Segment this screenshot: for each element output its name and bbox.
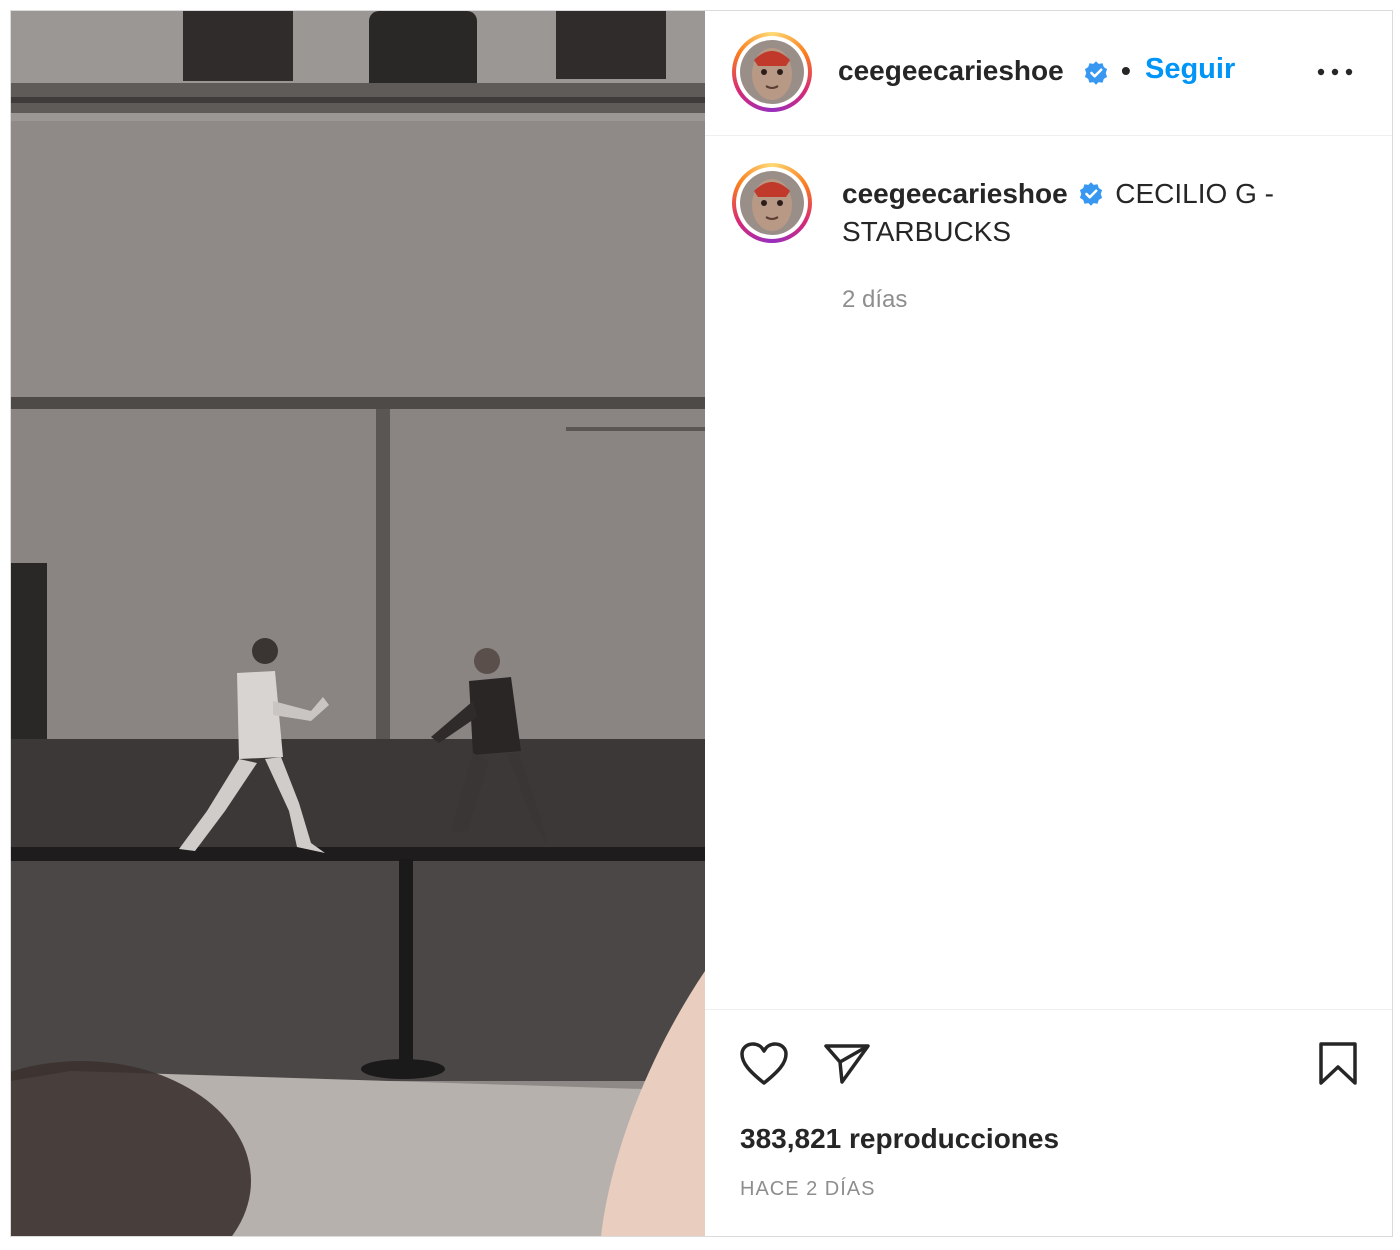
video-frame	[11, 11, 705, 1236]
post-header: ceegeecarieshoe • Seguir	[705, 11, 1392, 136]
verified-badge-icon	[1079, 182, 1102, 206]
caption-avatar[interactable]	[732, 163, 812, 243]
post-container: ceegeecarieshoe • Seguir ceegeecarieshoe…	[10, 10, 1393, 1237]
caption-username[interactable]: ceegeecarieshoe	[842, 178, 1068, 209]
avatar[interactable]	[732, 32, 812, 112]
caption-text-block: ceegeecarieshoe CECILIO G - STARBUCKS	[842, 175, 1312, 251]
heart-icon[interactable]	[739, 1041, 789, 1087]
caption-timestamp: 2 días	[842, 286, 908, 313]
more-options-icon[interactable]	[1315, 59, 1355, 85]
bookmark-icon[interactable]	[1317, 1041, 1359, 1087]
follow-button[interactable]: Seguir	[1145, 53, 1235, 86]
separator-dot: •	[1121, 55, 1131, 86]
post-video[interactable]	[11, 11, 705, 1236]
view-count: 383,821 reproducciones	[740, 1123, 1060, 1154]
verified-badge-icon	[1084, 61, 1108, 85]
post-actions-footer: 383,821 reproducciones HACE 2 DÍAS	[705, 1009, 1392, 1236]
paper-plane-icon[interactable]	[823, 1042, 871, 1086]
header-username[interactable]: ceegeecarieshoe	[838, 55, 1064, 87]
avatar-image	[740, 171, 804, 235]
post-details: ceegeecarieshoe • Seguir ceegeecarieshoe…	[705, 11, 1392, 1236]
post-age[interactable]: HACE 2 DÍAS	[740, 1178, 875, 1201]
avatar-image	[740, 40, 804, 104]
